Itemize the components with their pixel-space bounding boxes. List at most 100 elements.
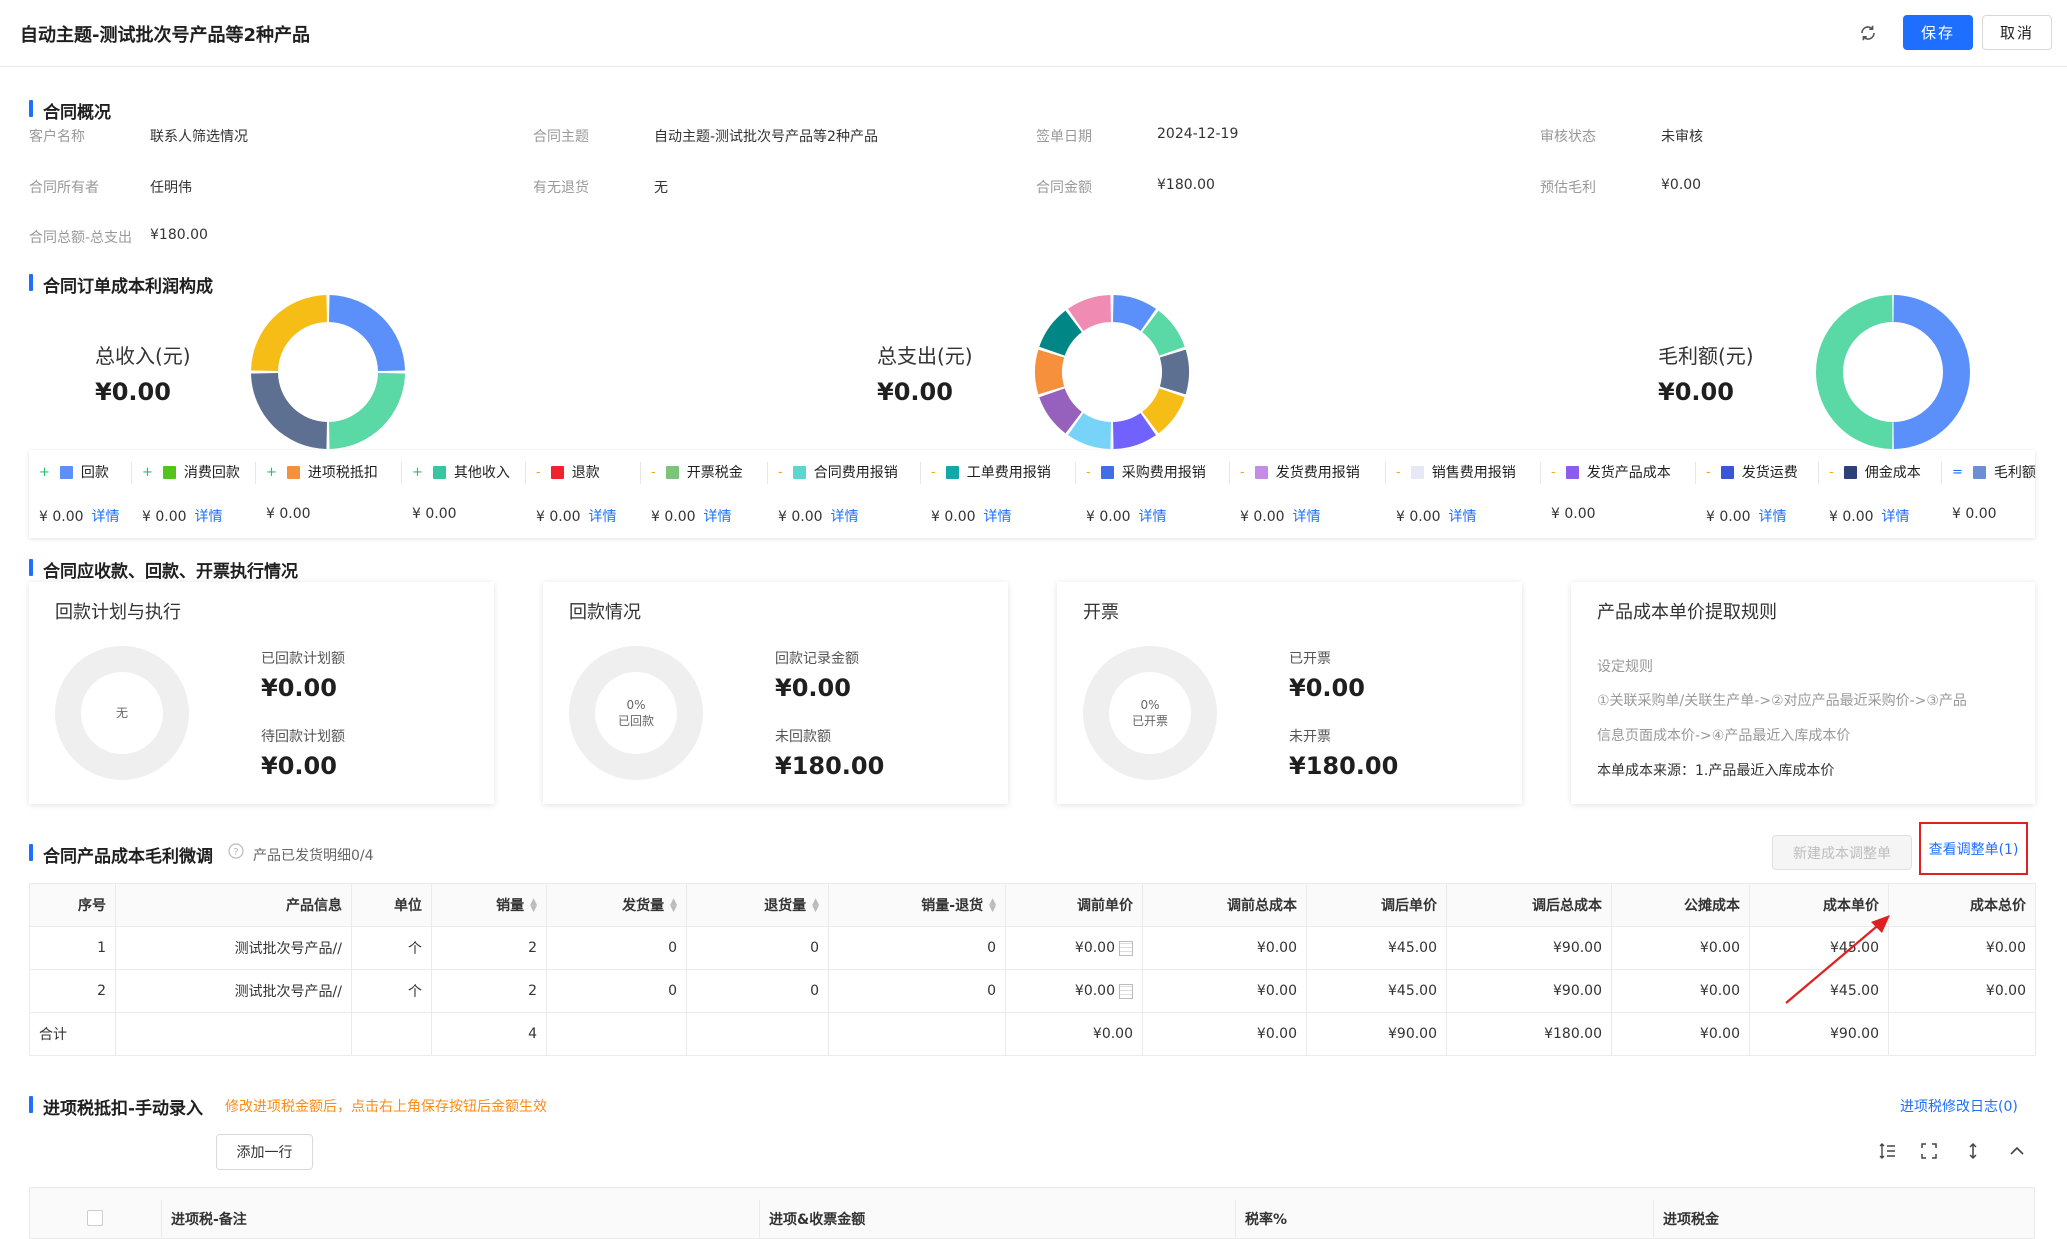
sort-icon[interactable]: ▲ ▼	[670, 898, 677, 914]
legend-swatch	[665, 465, 679, 479]
legend-divider	[640, 462, 641, 484]
legend-value: ¥ 0.00	[1952, 506, 1997, 522]
legend-swatch	[162, 465, 176, 479]
add-row-button[interactable]: 添加一行	[216, 1134, 313, 1170]
cancel-button[interactable]: 取消	[1982, 15, 2052, 50]
collapse-icon[interactable]	[2006, 1140, 2028, 1162]
legend-item: - 发货产品成本	[1551, 462, 1671, 482]
legend-amount: ¥ 0.00	[1240, 509, 1285, 525]
pre-price-value: ¥0.00	[1074, 940, 1115, 956]
legend-sign: -	[1240, 464, 1245, 480]
tax-table-header: 进项税-备注 进项&收票金额 税率% 进项税金	[29, 1187, 2035, 1239]
field-label: 签单日期	[1036, 129, 1092, 145]
post-price-cell: ¥45.00	[1306, 926, 1447, 970]
field-label: 预估毛利	[1540, 180, 1596, 196]
pre-total-cell: ¥0.00	[1142, 926, 1307, 970]
legend-amount: ¥ 0.00	[39, 509, 84, 525]
detail-link[interactable]: 详情	[92, 509, 120, 525]
donut-segment	[1815, 295, 1893, 449]
card-value: ¥0.00	[261, 674, 337, 702]
page-header: 自动主题-测试批次号产品等2种产品 保存 取消	[0, 0, 2067, 67]
card-value: ¥180.00	[775, 752, 885, 780]
detail-link[interactable]: 详情	[704, 509, 732, 525]
sort-icon[interactable]: ▲ ▼	[989, 898, 996, 914]
detail-link[interactable]: 详情	[1882, 509, 1910, 525]
column-header-sortable[interactable]: 销量 ▲ ▼	[431, 883, 547, 927]
detail-link[interactable]: 详情	[195, 509, 223, 525]
legend-swatch	[1565, 465, 1579, 479]
sign-date-value: 2024-12-19	[1157, 126, 1239, 142]
fullscreen-icon[interactable]	[1918, 1140, 1940, 1162]
gross-profit-chart-value: ¥0.00	[1658, 378, 1734, 406]
detail-link[interactable]: 详情	[1139, 509, 1167, 525]
detail-link[interactable]: 详情	[831, 509, 859, 525]
empty-cell	[351, 1012, 432, 1056]
legend-amount: ¥ 0.00	[266, 506, 311, 522]
tax-log-link[interactable]: 进项税修改日志(0)	[1900, 1096, 2018, 1116]
legend-sign: -	[1551, 464, 1556, 480]
sort-icon[interactable]: ▲ ▼	[812, 898, 819, 914]
legend-swatch	[1254, 465, 1268, 479]
detail-link[interactable]: 详情	[984, 509, 1012, 525]
table-row: 2 测试批次号产品// 个 2 0 0 0 ¥0.00 ¥0.00 ¥45.00…	[29, 969, 2036, 1013]
select-all-checkbox[interactable]	[87, 1210, 103, 1226]
section-title-execution: 合同应收款、回款、开票执行情况	[29, 557, 298, 582]
section-title-overview: 合同概况	[29, 98, 111, 123]
contract-amount-value: ¥180.00	[1157, 177, 1215, 193]
refresh-icon[interactable]	[1855, 20, 1881, 46]
legend-item: + 其他收入	[412, 462, 510, 482]
pre-price-cell: ¥0.00	[1005, 926, 1143, 970]
detail-link[interactable]: 详情	[1449, 509, 1477, 525]
donut-segment	[1159, 349, 1189, 395]
legend-label: 其他收入	[453, 465, 510, 481]
product-link[interactable]: 测试批次号产品//	[115, 969, 352, 1013]
detail-link[interactable]: 详情	[589, 509, 617, 525]
legend-value: ¥ 0.00 详情	[1706, 506, 1787, 526]
help-icon[interactable]: ?	[228, 843, 244, 863]
gross-profit-donut-chart	[1815, 295, 1971, 449]
post-price-cell: ¥45.00	[1306, 969, 1447, 1013]
product-link[interactable]: 测试批次号产品//	[115, 926, 352, 970]
legend-item: + 进项税抵扣	[266, 462, 378, 482]
column-header-sortable[interactable]: 退货量 ▲ ▼	[686, 883, 829, 927]
legend-divider	[920, 462, 921, 484]
legend-label: 发货运费	[1741, 465, 1798, 481]
legend-value: ¥ 0.00	[1551, 506, 1596, 522]
expand-vertical-icon[interactable]	[1962, 1140, 1984, 1162]
donut-segment	[1893, 295, 1971, 449]
legend-value: ¥ 0.00 详情	[1396, 506, 1477, 526]
ship-cell: 0	[546, 969, 687, 1013]
legend-value: ¥ 0.00	[412, 506, 457, 522]
empty-cell	[546, 1012, 687, 1056]
detail-link[interactable]: 详情	[1293, 509, 1321, 525]
view-adjustment-link[interactable]: 查看调整单(1)	[1919, 822, 2028, 875]
detail-link[interactable]: 详情	[1759, 509, 1787, 525]
legend-divider	[401, 462, 402, 484]
legend-value: ¥ 0.00 详情	[1829, 506, 1910, 526]
legend-value: ¥ 0.00 详情	[778, 506, 859, 526]
legend-amount: ¥ 0.00	[1952, 506, 1997, 522]
legend-label: 开票税金	[686, 465, 743, 481]
legend-divider	[255, 462, 256, 484]
legend-item: - 销售费用报销	[1396, 462, 1516, 482]
row-height-icon[interactable]	[1876, 1140, 1898, 1162]
customer-name-value: 联系人筛选情况	[150, 129, 248, 145]
calculator-icon[interactable]	[1119, 983, 1133, 999]
calculator-icon[interactable]	[1119, 940, 1133, 956]
total-cost-cell: ¥0.00	[1888, 969, 2036, 1013]
legend-sign: +	[412, 464, 423, 480]
save-button[interactable]: 保存	[1903, 15, 1973, 50]
cost-rule-card: 产品成本单价提取规则 设定规则 ①关联采购单/关联生产单->②对应产品最近采购价…	[1571, 582, 2035, 804]
ship-cell: 0	[546, 926, 687, 970]
total-post-total: ¥180.00	[1446, 1012, 1612, 1056]
legend-sign: -	[1396, 464, 1401, 480]
legend-swatch	[550, 465, 564, 479]
card-value: ¥0.00	[775, 674, 851, 702]
new-cost-adjustment-button[interactable]: 新建成本调整单	[1772, 835, 1912, 870]
column-header-sortable[interactable]: 销量-退货 ▲ ▼	[828, 883, 1006, 927]
donut-center-text: 无	[115, 706, 128, 720]
legend-item: - 退款	[536, 462, 600, 482]
shipping-detail-hint: 产品已发货明细0/4	[253, 848, 374, 864]
sort-icon[interactable]: ▲ ▼	[530, 898, 537, 914]
column-header-sortable[interactable]: 发货量 ▲ ▼	[546, 883, 687, 927]
